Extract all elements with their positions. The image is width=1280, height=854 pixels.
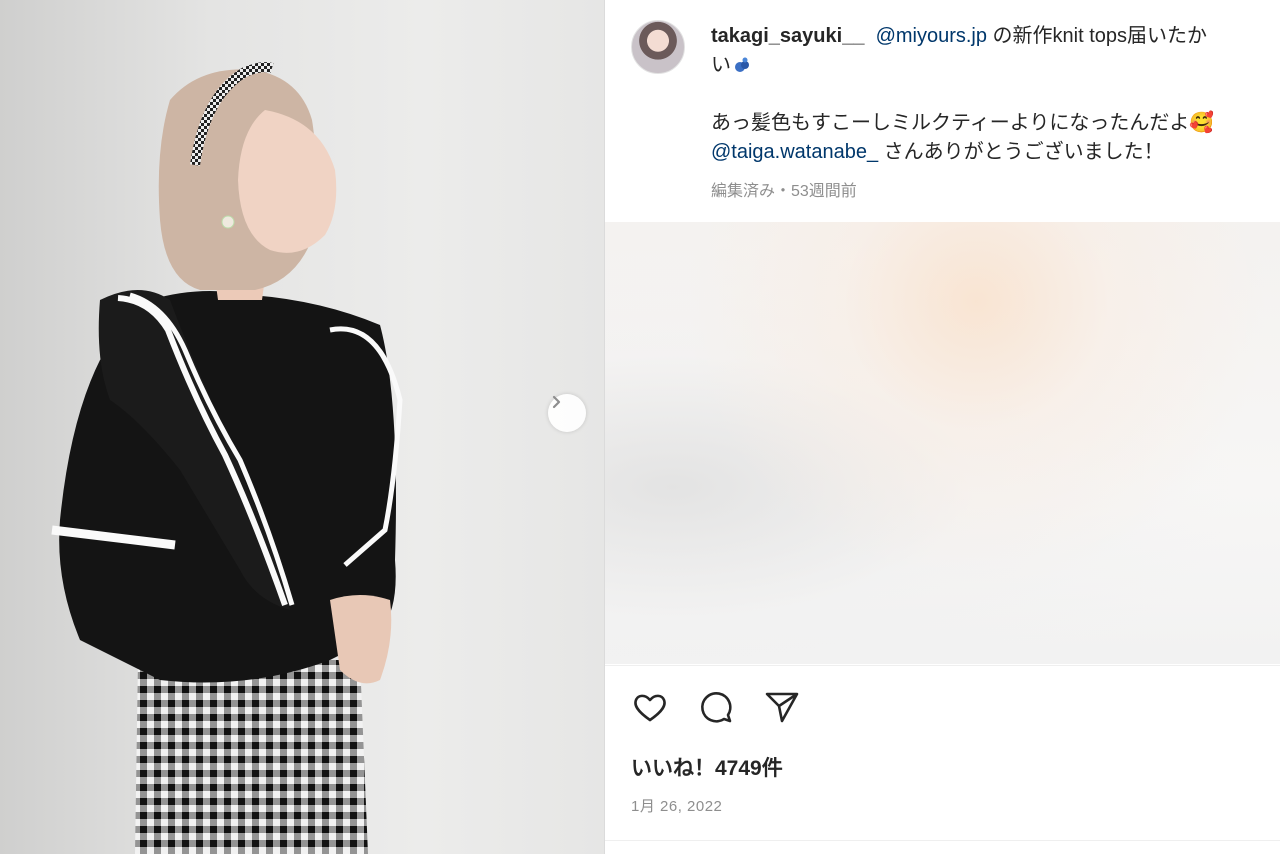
caption-text: さんありがとうございました！ [878,141,1164,163]
likes-count[interactable]: いいね！4749件 [631,752,783,782]
username-link[interactable]: takagi_sayuki__ [711,25,864,47]
caption-text: の新作knit tops届いたか [987,25,1208,47]
caption-text: あっ髪色もすこーしミルクティーよりになったんだよ🥰 [711,112,1215,134]
photo-illustration [51,62,403,854]
heart-icon[interactable] [631,688,669,726]
paper-plane-icon[interactable] [763,688,801,726]
post-caption: takagi_sayuki__ @miyours.jp の新作knit tops… [711,22,1280,167]
post-photo [0,0,604,854]
avatar[interactable] [631,20,685,74]
mention-link[interactable]: @miyours.jp [876,25,987,47]
blue-emoji-icon [733,54,751,72]
post-date: 1月 26, 2022 [631,798,723,815]
edited-timestamp: 編集済み・53週間前 [711,183,857,200]
comment-bubble-icon[interactable] [697,688,735,726]
post-details: takagi_sayuki__ @miyours.jp の新作knit tops… [605,0,1280,854]
comments-area [605,222,1280,664]
divider [605,665,1280,666]
next-photo-button[interactable] [548,394,586,432]
mention-link[interactable]: @taiga.watanabe_ [711,141,878,163]
divider [605,840,1280,841]
caption-text: い [711,54,731,76]
action-bar [631,688,801,726]
